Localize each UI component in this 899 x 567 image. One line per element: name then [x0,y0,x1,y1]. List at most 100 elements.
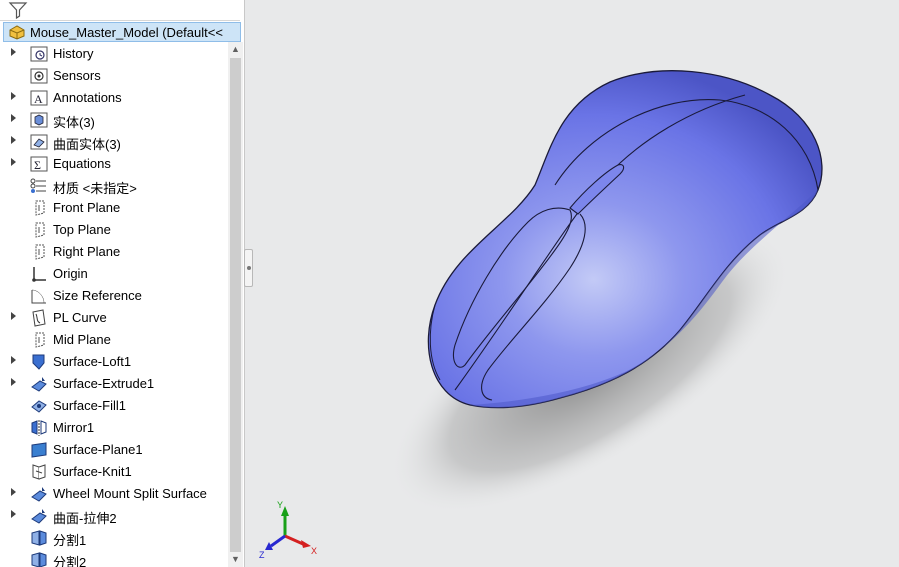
expand-arrow-icon[interactable] [11,378,16,386]
scroll-up-icon[interactable]: ▲ [228,42,243,57]
tree-item-label: Annotations [53,90,122,105]
tree-item-label: 材质 <未指定> [53,181,137,196]
tree-item-surface-knit1[interactable]: Surface-Knit1 [0,461,228,483]
expand-arrow-icon[interactable] [11,510,16,518]
mouse-3d-model[interactable] [245,0,899,567]
tree-item-label: Sensors [53,68,101,83]
tree-item-label: Surface-Extrude1 [53,376,155,391]
surface-fill-icon [30,397,48,415]
tree-item-surface-plane1[interactable]: Surface-Plane1 [0,439,228,461]
tree-root-part[interactable]: Mouse_Master_Model (Default<< [3,22,241,42]
tree-item-label: Front Plane [53,200,121,215]
split-icon [30,551,48,567]
expand-arrow-icon[interactable] [11,158,16,166]
material-icon [30,177,48,195]
tree-scrollbar[interactable]: ▲ ▼ [228,42,243,567]
tree-item-label: 曲面-拉伸2 [53,511,117,526]
scroll-thumb[interactable] [230,58,241,552]
surface-extrude-icon [30,485,48,503]
tree-item-label: Mirror1 [53,420,95,435]
plane-icon [30,331,48,349]
tree-item-surface-fill1[interactable]: Surface-Fill1 [0,395,228,417]
svg-text:A: A [34,92,43,106]
tree-item-sensors[interactable]: Sensors [0,65,228,87]
tree-item-label: 曲面实体(3) [53,137,121,152]
tree-item-label: Equations [53,156,111,171]
svg-text:Σ: Σ [34,158,41,172]
expand-arrow-icon[interactable] [11,312,16,320]
tree-item-origin[interactable]: Origin [0,263,228,285]
tree-item-wheel-mount-split-surface[interactable]: Wheel Mount Split Surface [0,483,228,505]
scroll-down-icon[interactable]: ▼ [228,552,243,567]
annotations-folder-icon: A [30,89,48,107]
tree-item-annotations[interactable]: A Annotations [0,87,228,109]
curve-icon [30,309,48,327]
tree-item-label: History [53,46,94,61]
expand-arrow-icon[interactable] [11,356,16,364]
tree-item-right-plane[interactable]: Right Plane [0,241,228,263]
tree-item-label: Wheel Mount Split Surface [53,486,207,501]
tree-item-1[interactable]: 分割1 [0,527,228,549]
tree-item-label: Surface-Fill1 [53,398,126,413]
expand-arrow-icon[interactable] [11,136,16,144]
sensors-folder-icon [30,67,48,85]
tree-item-label: 分割1 [53,533,87,548]
tree-item-surface-extrude1[interactable]: Surface-Extrude1 [0,373,228,395]
expand-arrow-icon[interactable] [11,114,16,122]
orientation-triad: Y X Z [259,500,317,560]
tree-item-equations[interactable]: Σ Equations [0,153,228,175]
expand-arrow-icon[interactable] [11,92,16,100]
tree-item-3[interactable]: 曲面实体(3) [0,131,228,153]
triad-x-label: X [311,546,317,556]
surface-extrude-icon [30,507,48,525]
expand-arrow-icon[interactable] [11,48,16,56]
tree-item-top-plane[interactable]: Top Plane [0,219,228,241]
feature-manager-tree: Mouse_Master_Model (Default<< History Sen… [0,0,245,567]
tree-item-label: Surface-Plane1 [53,442,143,457]
tree-item-label: Mid Plane [53,332,111,347]
history-folder-icon [30,45,48,63]
tree-item-front-plane[interactable]: Front Plane [0,197,228,219]
tree-item-label: Top Plane [53,222,111,237]
plane-icon [30,243,48,261]
tree-item-label: Size Reference [53,288,142,303]
tree-item-3[interactable]: 实体(3) [0,109,228,131]
surface-extrude-icon [30,375,48,393]
sketch-icon [30,287,48,305]
tree-item-label: 实体(3) [53,115,95,130]
tree-item-surface-loft1[interactable]: Surface-Loft1 [0,351,228,373]
filter-bar [0,0,240,21]
triad-x-axis [284,534,304,546]
triad-x-arrow [301,540,311,548]
surface-loft-icon [30,353,48,371]
tree-item-label: 分割2 [53,555,87,567]
filter-icon[interactable] [8,1,28,19]
tree-item-2[interactable]: 分割2 [0,549,228,567]
root-part-label: Mouse_Master_Model (Default<< [30,25,223,40]
triad-y-label: Y [277,500,283,510]
tree-item-label: PL Curve [53,310,107,325]
tree-item-size-reference[interactable]: Size Reference [0,285,228,307]
origin-icon [30,265,48,283]
tree-item-item-6[interactable]: 材质 <未指定> [0,175,228,197]
part-icon [9,25,25,40]
tree-item-mirror1[interactable]: Mirror1 [0,417,228,439]
split-icon [30,529,48,547]
plane-icon [30,199,48,217]
equations-folder-icon: Σ [30,155,48,173]
triad-z-label: Z [259,550,265,560]
surface-plane-icon [30,441,48,459]
tree-item-pl-curve[interactable]: PL Curve [0,307,228,329]
tree-item-history[interactable]: History [0,43,228,65]
surface-knit-icon [30,463,48,481]
mirror-icon [30,419,48,437]
tree-item-mid-plane[interactable]: Mid Plane [0,329,228,351]
tree-item-label: Origin [53,266,88,281]
tree-item-label: Surface-Knit1 [53,464,132,479]
expand-arrow-icon[interactable] [11,488,16,496]
triad-z-axis [270,534,286,548]
tree-item-label: Right Plane [53,244,121,259]
tree-item-2[interactable]: 曲面-拉伸2 [0,505,228,527]
surface-bodies-folder-icon [30,133,48,151]
solid-bodies-folder-icon [30,111,48,129]
